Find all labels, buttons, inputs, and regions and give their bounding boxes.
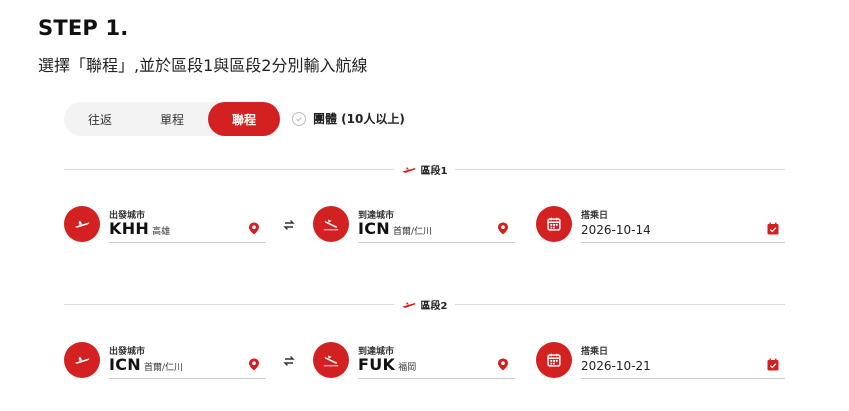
- check-icon: [292, 111, 306, 126]
- departure-date-field[interactable]: 搭乘日 2026-10-14: [536, 206, 785, 248]
- tab-one-way[interactable]: 單程: [136, 102, 208, 136]
- step-description: 選擇「聯程」,並於區段1與區段2分別輸入航線: [38, 56, 368, 75]
- group-booking-checkbox[interactable]: 團體 (10人以上): [292, 110, 405, 127]
- group-booking-label: 團體 (10人以上): [313, 112, 405, 126]
- airport-code: KHH: [109, 219, 150, 238]
- segment-label: 區段2: [420, 301, 448, 312]
- plane-icon: [402, 166, 416, 173]
- location-pin-icon[interactable]: [497, 358, 509, 371]
- location-pin-icon[interactable]: [248, 358, 260, 371]
- city-name: 首爾/仁川: [144, 363, 184, 373]
- arrival-city-field[interactable]: 到達城市 ICN 首爾/仁川: [313, 206, 515, 248]
- date-label: 搭乘日: [581, 211, 609, 221]
- airport-code: ICN: [109, 355, 141, 374]
- takeoff-icon: [64, 206, 100, 242]
- calendar-icon: [536, 342, 572, 378]
- calendar-check-icon[interactable]: [767, 222, 779, 235]
- step-title: STEP 1.: [38, 16, 129, 40]
- departure-city-field[interactable]: 出發城市 ICN 首爾/仁川: [64, 342, 266, 384]
- departure-city-field[interactable]: 出發城市 KHH 高雄: [64, 206, 266, 248]
- landing-icon: [313, 206, 349, 242]
- tab-round-trip[interactable]: 往返: [64, 102, 136, 136]
- date-value: 2026-10-21: [581, 359, 651, 373]
- trip-type-tabs: 往返 單程 聯程: [64, 102, 280, 136]
- location-pin-icon[interactable]: [497, 222, 509, 235]
- city-name: 高雄: [152, 227, 171, 237]
- departure-date-field[interactable]: 搭乘日 2026-10-21: [536, 342, 785, 384]
- airport-code: ICN: [358, 219, 390, 238]
- city-name: 首爾/仁川: [393, 227, 433, 237]
- date-label: 搭乘日: [581, 347, 609, 357]
- swap-icon[interactable]: [282, 218, 296, 232]
- calendar-check-icon[interactable]: [767, 358, 779, 371]
- location-pin-icon[interactable]: [248, 222, 260, 235]
- swap-icon[interactable]: [282, 354, 296, 368]
- city-name: 福岡: [398, 363, 417, 373]
- calendar-icon: [536, 206, 572, 242]
- date-value: 2026-10-14: [581, 223, 651, 237]
- segment-label: 區段1: [420, 166, 448, 177]
- segment-divider: 區段2: [64, 297, 785, 312]
- airport-code: FUK: [358, 355, 396, 374]
- arrival-city-field[interactable]: 到達城市 FUK 福岡: [313, 342, 515, 384]
- takeoff-icon: [64, 342, 100, 378]
- tab-multi-city[interactable]: 聯程: [208, 102, 280, 136]
- plane-icon: [402, 301, 416, 308]
- landing-icon: [313, 342, 349, 378]
- segment-divider: 區段1: [64, 162, 785, 177]
